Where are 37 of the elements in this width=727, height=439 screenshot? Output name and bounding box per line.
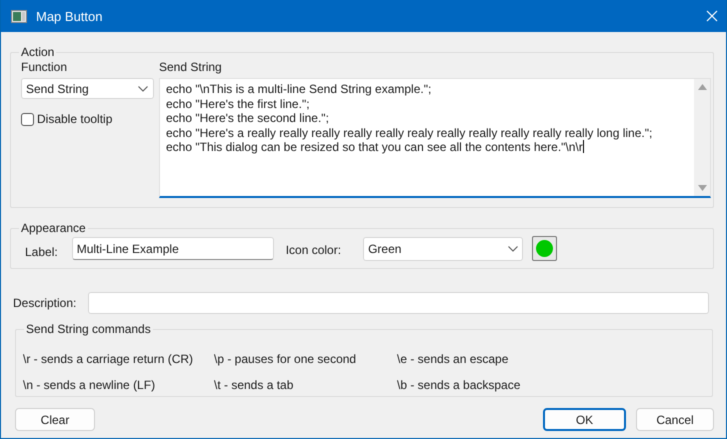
scroll-down-icon[interactable] [698,185,706,191]
command-text: \n - sends a newline (LF) [23,378,156,394]
send-string-field[interactable] [159,78,711,198]
function-dropdown[interactable]: Send String [21,78,154,99]
scroll-up-icon[interactable] [698,84,706,90]
checkbox-label[interactable]: Disable tooltip [37,112,112,126]
color-swatch-button[interactable] [532,236,558,261]
close-icon[interactable] [706,10,718,22]
chevron-icon [138,86,148,92]
dialog-button[interactable]: Clear [15,408,95,431]
group-label: Send String commands [24,322,153,336]
app-icon [11,10,27,22]
field-label: Send String [159,60,223,74]
dialog-button[interactable]: OK [543,408,626,431]
field-label: Icon color: [286,242,342,256]
field-label: Description: [13,296,76,310]
group-label: Action [19,45,56,59]
icon-color-dropdown[interactable]: Green [363,236,524,260]
field-label: Function [21,60,68,74]
code-line: echo "Here's the second line."; [166,111,330,126]
code-line: echo "This dialog can be resized so that you can see all the contents here."\n\r [166,140,585,154]
chevron-icon [508,246,518,252]
command-text: \t - sends a tab [214,378,294,394]
code-line: echo "\nThis is a multi-line Send String example."; [166,82,432,96]
dialog-button[interactable]: Cancel [636,408,714,431]
code-line: echo "Here's the first line."; [166,96,311,111]
command-text: \p - pauses for one second [214,352,358,368]
command-text: \e - sends an escape [397,352,510,368]
window-title: Map Button [36,8,104,24]
label-field[interactable]: Multi-Line Example [72,237,274,260]
group-label: Appearance [19,221,88,235]
command-text: \b - sends a backspace [397,378,522,394]
field-label: Label: [25,244,58,258]
command-text: \r - sends a carriage return (CR) [23,352,194,368]
code-line: echo "Here's a really really really really really realy really really really really really long line."; [166,126,654,140]
description-field[interactable] [88,292,709,314]
checkbox[interactable] [21,112,34,126]
